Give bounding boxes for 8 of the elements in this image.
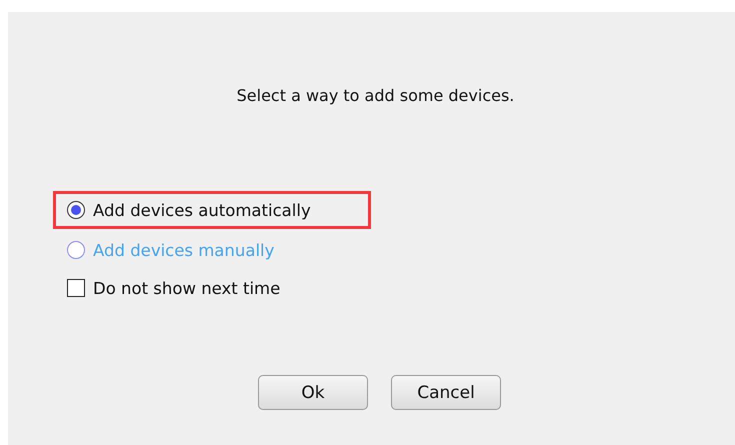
ok-button[interactable]: Ok (258, 375, 368, 410)
radio-button[interactable] (67, 201, 85, 219)
checkbox-option[interactable]: Do not show next time (53, 271, 735, 305)
prompt-text: Select a way to add some devices. (236, 86, 516, 105)
radio-option[interactable]: Add devices automatically (53, 191, 371, 229)
radio-button[interactable] (67, 241, 85, 259)
cancel-button[interactable]: Cancel (391, 375, 501, 410)
checkbox[interactable] (67, 279, 85, 297)
